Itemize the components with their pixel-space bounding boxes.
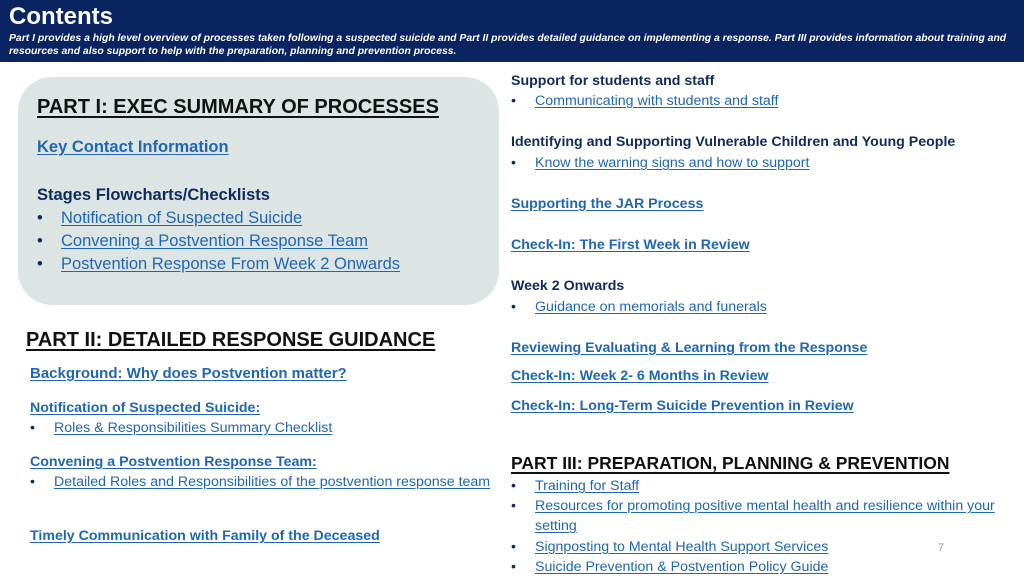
training-link[interactable]: Training for Staff xyxy=(535,476,639,496)
six-months-link[interactable]: Check-In: Week 2- 6 Months in Review xyxy=(511,366,769,386)
bullet-icon: • xyxy=(30,420,35,436)
long-term-link[interactable]: Check-In: Long-Term Suicide Prevention i… xyxy=(511,396,854,416)
signposting-link[interactable]: Signposting to Mental Health Support Ser… xyxy=(535,537,828,557)
jar-process-link[interactable]: Supporting the JAR Process xyxy=(511,194,703,214)
part3-heading: PART III: PREPARATION, PLANNING & PREVEN… xyxy=(511,453,950,473)
warning-signs-link[interactable]: Know the warning signs and how to suppor… xyxy=(535,153,809,173)
detailed-roles-link[interactable]: Detailed Roles and Responsibilities of t… xyxy=(54,472,499,492)
page-number: 7 xyxy=(938,542,945,554)
communicating-link[interactable]: Communicating with students and staff xyxy=(535,91,778,111)
policy-guide-link[interactable]: Suicide Prevention & Postvention Policy … xyxy=(535,557,828,577)
roles-checklist-link[interactable]: Roles & Responsibilities Summary Checkli… xyxy=(54,418,332,438)
bullet-icon: • xyxy=(37,255,43,273)
bullet-icon: • xyxy=(30,474,35,490)
stage-link-notification[interactable]: Notification of Suspected Suicide xyxy=(61,207,302,229)
week2-heading: Week 2 Onwards xyxy=(511,278,625,294)
part2-heading: PART II: DETAILED RESPONSE GUIDANCE xyxy=(26,329,436,351)
bullet-icon: • xyxy=(511,559,516,575)
notification-heading-link[interactable]: Notification of Suspected Suicide: xyxy=(30,398,260,418)
memorials-link[interactable]: Guidance on memorials and funerals xyxy=(535,297,767,317)
resources-link[interactable]: Resources for promoting positive mental … xyxy=(535,496,1020,536)
family-communication-link[interactable]: Timely Communication with Family of the … xyxy=(30,526,380,546)
first-week-link[interactable]: Check-In: The First Week in Review xyxy=(511,235,750,255)
background-link[interactable]: Background: Why does Postvention matter? xyxy=(30,364,347,384)
bullet-icon: • xyxy=(37,209,43,227)
stage-link-week2[interactable]: Postvention Response From Week 2 Onwards xyxy=(61,253,400,275)
support-heading: Support for students and staff xyxy=(511,73,715,89)
bullet-icon: • xyxy=(511,299,516,315)
bullet-icon: • xyxy=(511,155,516,171)
bullet-icon: • xyxy=(511,478,516,494)
reviewing-link[interactable]: Reviewing Evaluating & Learning from the… xyxy=(511,338,867,358)
page-subtitle: Part I provides a high level overview of… xyxy=(9,33,1007,57)
part1-heading: PART I: EXEC SUMMARY OF PROCESSES xyxy=(37,96,439,118)
key-contact-link[interactable]: Key Contact Information xyxy=(37,136,229,158)
bullet-icon: • xyxy=(511,498,516,514)
vulnerable-heading: Identifying and Supporting Vulnerable Ch… xyxy=(511,134,956,150)
header-banner: Contents Part I provides a high level ov… xyxy=(0,0,1024,62)
page-title: Contents xyxy=(9,3,113,30)
bullet-icon: • xyxy=(511,93,516,109)
bullet-icon: • xyxy=(37,232,43,250)
convening-heading-link[interactable]: Convening a Postvention Response Team: xyxy=(30,452,317,472)
bullet-icon: • xyxy=(511,539,516,555)
stage-link-convening[interactable]: Convening a Postvention Response Team xyxy=(61,230,368,252)
stages-heading: Stages Flowcharts/Checklists xyxy=(37,186,270,204)
